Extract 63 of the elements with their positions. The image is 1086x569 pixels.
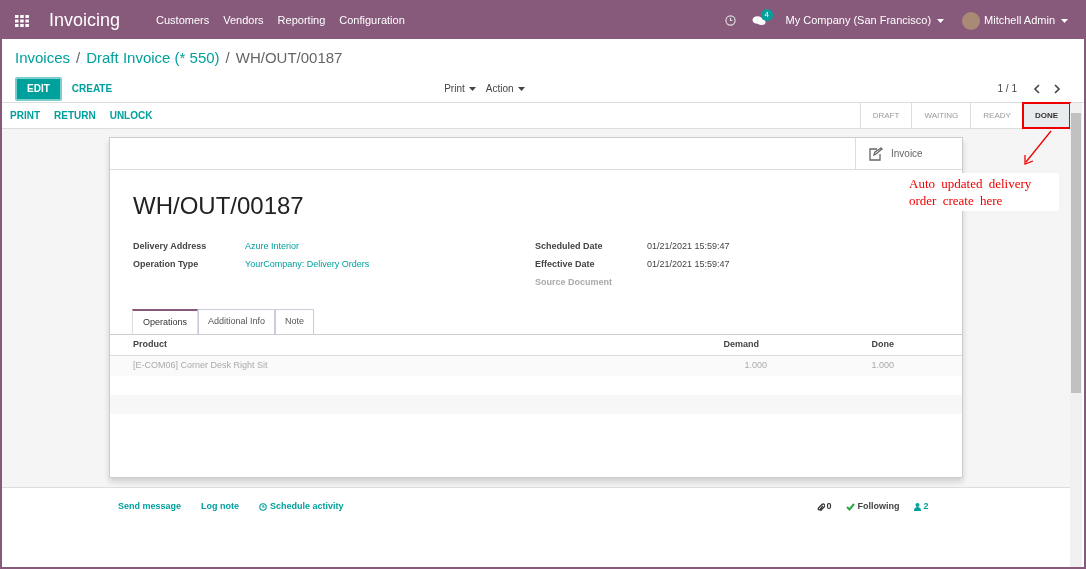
breadcrumb-current: WH/OUT/00187 [235,48,343,68]
following-button[interactable]: Following [845,500,900,514]
header-button[interactable]: PRINT [10,108,40,123]
edit-button[interactable]: EDIT [15,76,62,101]
pager-value: 1 / 1 [997,82,1017,96]
field-value[interactable]: Azure Interior [245,239,300,254]
menu-item[interactable]: Reporting [277,12,326,29]
field-label: Scheduled Date [535,239,604,253]
previous-icon[interactable] [1033,83,1041,94]
person-icon [913,503,921,511]
create-button[interactable]: CREATE [71,81,113,96]
breadcrumb-separator: / [76,48,81,68]
next-icon[interactable] [1053,83,1061,94]
apps-menu-icon[interactable] [15,14,29,27]
field-label: Source Document [535,275,613,289]
header-button[interactable]: RETURN [54,108,96,123]
menu-item[interactable]: Customers [156,12,210,29]
company-switcher[interactable]: My Company (San Francisco) [785,12,945,29]
log-note-link[interactable]: Log note [201,500,240,514]
column-header: Done [870,338,895,352]
field-value: 01/21/2021 15:59:47 [647,257,730,271]
followers-button[interactable]: 2 [913,500,929,514]
print-dropdown[interactable]: Print [444,81,476,96]
clock-icon[interactable] [724,15,736,26]
field-label: Delivery Address [133,239,208,253]
paperclip-icon [816,502,825,512]
caret-icon [517,86,525,91]
status-stage[interactable]: DRAFT [859,103,912,128]
scrollbar[interactable] [1070,103,1082,567]
breadcrumb-link[interactable]: Invoices [15,47,71,70]
user-avatar [962,11,981,30]
attachments-button[interactable]: 0 [816,500,832,514]
action-dropdown[interactable]: Action [485,81,525,96]
column-header: Demand [722,338,759,352]
field-label: Operation Type [133,257,200,271]
caret-icon [468,86,476,91]
app-title: Invoicing [49,9,121,32]
send-message-link[interactable]: Send message [118,500,182,514]
invoice-smart-button[interactable]: Invoice [855,138,962,169]
table-cell-text: 1.000 [743,359,767,373]
menu-item[interactable]: Configuration [339,12,405,29]
menu-item[interactable]: Vendors [223,12,264,29]
clock-icon [259,503,268,511]
breadcrumb-link[interactable]: Draft Invoice (* 550) [86,47,220,70]
breadcrumb-separator: / [225,48,230,68]
field-value: 01/21/2021 15:59:47 [647,239,730,253]
caret-icon [937,18,945,23]
header-button[interactable]: UNLOCK [109,108,153,123]
record-title: WH/OUT/00187 [133,191,304,221]
caret-icon [1061,18,1068,23]
form-tab[interactable]: Additional Info [198,309,276,334]
field-label: Effective Date [535,257,596,271]
field-value[interactable]: YourCompany: Delivery Orders [245,257,370,272]
user-menu[interactable]: Mitchell Admin [984,12,1068,29]
message-count-badge: 4 [760,8,774,21]
column-header: Product [133,338,168,352]
table-cell-text: [E-COM06] Corner Desk Right Sit [133,359,269,373]
status-stage[interactable]: DONE [1022,103,1070,128]
status-stage[interactable]: WAITING [911,103,971,128]
schedule-activity-link[interactable]: Schedule activity [259,500,344,514]
check-icon [845,503,855,511]
form-tab[interactable]: Note [275,309,315,334]
edit-document-icon [868,146,883,161]
